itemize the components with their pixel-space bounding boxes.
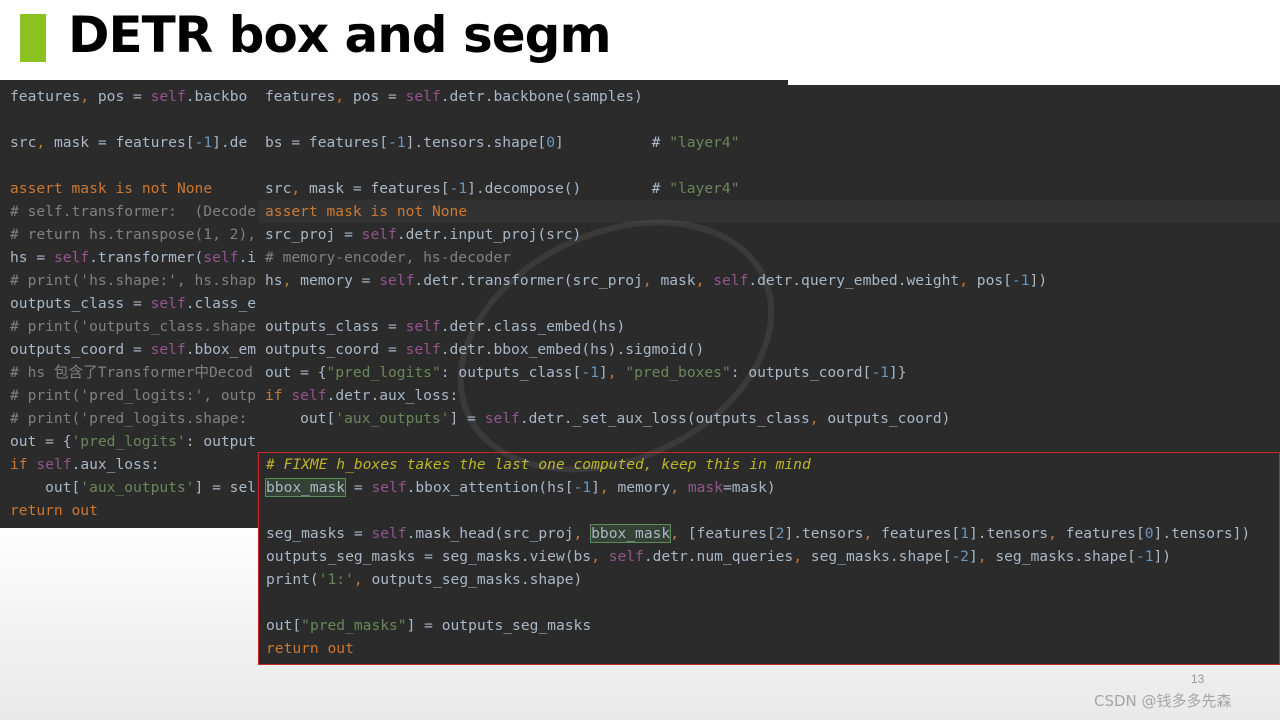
- code-line: out['aux_outputs'] = self.detr._set_aux_…: [265, 410, 951, 427]
- code-line: src, mask = features[-1].decompose() # "…: [265, 180, 740, 197]
- slide-title: DETR box and segm: [68, 6, 612, 64]
- code-line: outputs_coord = self.detr.bbox_embed(hs)…: [265, 341, 705, 358]
- identifier-highlight: bbox_mask: [590, 524, 672, 543]
- code-line-current: assert mask is not None: [258, 200, 1280, 223]
- code-line: features, pos = self.detr.backbone(sampl…: [265, 88, 643, 105]
- code-line: src_proj = self.detr.input_proj(src): [265, 226, 582, 243]
- code-line: if self.detr.aux_loss:: [265, 387, 459, 404]
- slide-title-bar: DETR box and segm: [0, 0, 1280, 80]
- code-line: outputs_seg_masks = seg_masks.view(bs, s…: [266, 548, 1172, 565]
- code-line: hs, memory = self.detr.transformer(src_p…: [265, 272, 1048, 289]
- code-fixme-comment: # FIXME h_boxes takes the last one compu…: [266, 456, 811, 473]
- code-line: outputs_class = self.detr.class_embed(hs…: [265, 318, 626, 335]
- page-number: 13: [1191, 672, 1205, 686]
- code-line: out["pred_masks"] = outputs_seg_masks: [266, 617, 592, 634]
- code-line: bs = features[-1].tensors.shape[0] # "la…: [265, 134, 740, 151]
- title-accent-bar: [20, 14, 46, 62]
- code-line: out = {"pred_logits": outputs_class[-1],…: [265, 364, 907, 381]
- code-line: bbox_mask = self.bbox_attention(hs[-1], …: [264, 478, 776, 497]
- code-editor-front[interactable]: features, pos = self.detr.backbone(sampl…: [258, 85, 1280, 452]
- highlighted-code-block[interactable]: # FIXME h_boxes takes the last one compu…: [258, 452, 1280, 665]
- identifier-highlight: bbox_mask: [264, 478, 347, 497]
- code-comment-line: # memory-encoder, hs-decoder: [265, 249, 512, 266]
- footer-credit: CSDN @钱多多先森: [1094, 692, 1232, 710]
- code-line: seg_masks = self.mask_head(src_proj, bbo…: [266, 524, 1251, 543]
- code-line: return out: [266, 640, 354, 657]
- code-line: print('1:', outputs_seg_masks.shape): [266, 571, 583, 588]
